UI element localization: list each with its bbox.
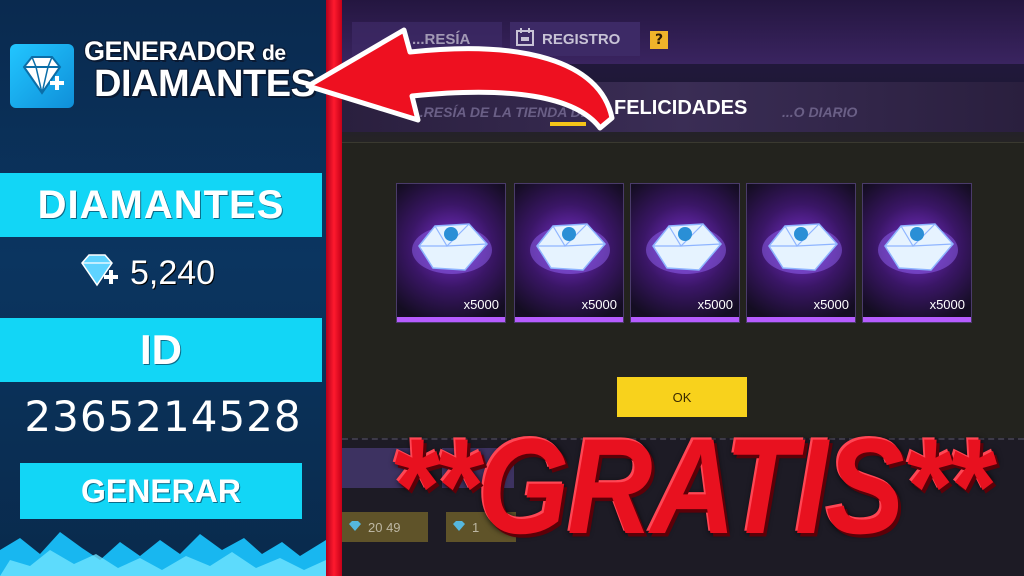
reward-quantity: x5000 xyxy=(581,297,617,312)
brand-title-line2: DIAMANTES xyxy=(94,63,316,105)
brand-title: GENERADOR de DIAMANTES xyxy=(84,36,320,106)
reward-card[interactable]: x5000 xyxy=(746,183,856,323)
player-id-value[interactable]: 2365214528 xyxy=(0,392,326,441)
red-arrow-icon xyxy=(305,27,615,131)
diamond-plus-icon xyxy=(78,253,120,293)
generator-panel: GENERADOR de DIAMANTES DIAMANTES 5,240 I… xyxy=(0,0,326,576)
diamond-plus-icon xyxy=(10,44,74,108)
reward-quantity: x5000 xyxy=(697,297,733,312)
diamond-gem-icon xyxy=(646,223,726,274)
crystal-decoration xyxy=(0,532,326,576)
reward-card[interactable]: x5000 xyxy=(862,183,972,323)
diamond-balance-value: 5,240 xyxy=(130,253,216,292)
diamond-icon xyxy=(348,520,362,535)
gratis-overlay-text: **GRATIS** xyxy=(389,411,993,563)
diamond-balance: 5,240 xyxy=(78,248,215,298)
help-icon[interactable]: ? xyxy=(650,31,668,49)
diamond-gem-icon xyxy=(530,223,610,274)
brand-title-small: de xyxy=(262,42,286,65)
reward-card[interactable]: x5000 xyxy=(514,183,624,323)
brand-title-main: GENERADOR xyxy=(84,36,256,66)
reward-quantity: x5000 xyxy=(813,297,849,312)
reward-quantity: x5000 xyxy=(929,297,965,312)
generate-button[interactable]: GENERAR xyxy=(20,463,302,519)
reward-card[interactable]: x5000 xyxy=(396,183,506,323)
banner-faded-right: ...O DIARIO xyxy=(782,104,858,120)
diamond-gem-icon xyxy=(412,223,492,274)
reward-card[interactable]: x5000 xyxy=(630,183,740,323)
diamonds-label: DIAMANTES xyxy=(0,173,322,237)
congrats-title: FELICIDADES xyxy=(614,97,748,119)
id-label: ID xyxy=(0,318,322,382)
diamond-gem-icon xyxy=(762,223,842,274)
diamond-gem-icon xyxy=(878,223,958,274)
reward-quantity: x5000 xyxy=(463,297,499,312)
